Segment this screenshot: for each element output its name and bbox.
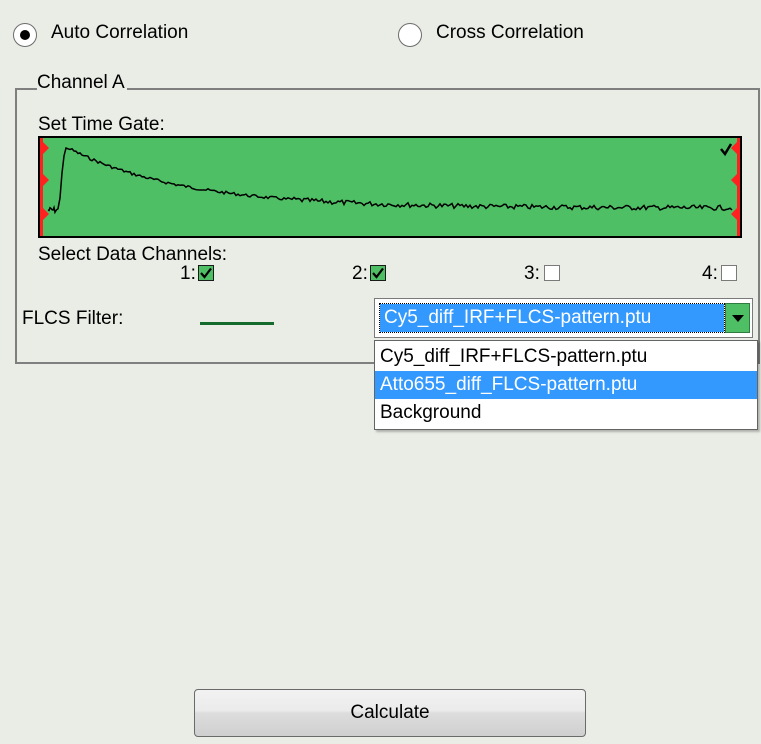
time-gate-plot[interactable] bbox=[38, 136, 742, 238]
flcs-filter-dropdown-list[interactable]: Cy5_diff_IRF+FLCS-pattern.ptu Atto655_di… bbox=[374, 340, 758, 430]
cross-correlation-radio[interactable] bbox=[398, 23, 422, 47]
check-icon bbox=[372, 267, 384, 279]
flcs-filter-combobox[interactable]: Cy5_diff_IRF+FLCS-pattern.ptu bbox=[374, 298, 753, 338]
check-icon bbox=[720, 143, 733, 157]
dropdown-option[interactable]: Background bbox=[375, 399, 757, 427]
flcs-filter-label: FLCS Filter: bbox=[22, 308, 124, 329]
channel-a-title: Channel A bbox=[37, 72, 127, 94]
decay-curve-svg bbox=[40, 138, 740, 236]
channel-1-checkbox[interactable] bbox=[198, 265, 214, 281]
calculate-button[interactable]: Calculate bbox=[194, 689, 586, 737]
gate-start-marker[interactable] bbox=[40, 138, 50, 236]
channel-4-checkbox[interactable] bbox=[721, 265, 737, 281]
channel-3-checkbox[interactable] bbox=[544, 265, 560, 281]
flcs-filter-selected-value[interactable]: Cy5_diff_IRF+FLCS-pattern.ptu bbox=[379, 303, 725, 333]
channel-2-label: 2: bbox=[352, 263, 368, 284]
auto-correlation-label[interactable]: Auto Correlation bbox=[51, 22, 188, 44]
time-gate-label: Set Time Gate: bbox=[38, 114, 165, 135]
check-icon bbox=[200, 267, 212, 279]
decay-curve bbox=[47, 146, 733, 215]
dropdown-arrow-icon[interactable] bbox=[725, 303, 750, 333]
channel-1-label: 1: bbox=[180, 263, 196, 284]
dropdown-option-highlighted[interactable]: Atto655_diff_FLCS-pattern.ptu bbox=[375, 371, 757, 399]
data-channels-label: Select Data Channels: bbox=[38, 244, 228, 265]
channel-2-checkbox[interactable] bbox=[370, 265, 386, 281]
channel-4-label: 4: bbox=[702, 263, 718, 284]
cross-correlation-label[interactable]: Cross Correlation bbox=[436, 22, 584, 44]
channel-3-label: 3: bbox=[524, 263, 540, 284]
gate-end-marker[interactable] bbox=[731, 138, 740, 236]
dropdown-option[interactable]: Cy5_diff_IRF+FLCS-pattern.ptu bbox=[375, 343, 757, 371]
flcs-filter-color-swatch bbox=[200, 322, 274, 325]
auto-correlation-radio[interactable] bbox=[13, 23, 37, 47]
